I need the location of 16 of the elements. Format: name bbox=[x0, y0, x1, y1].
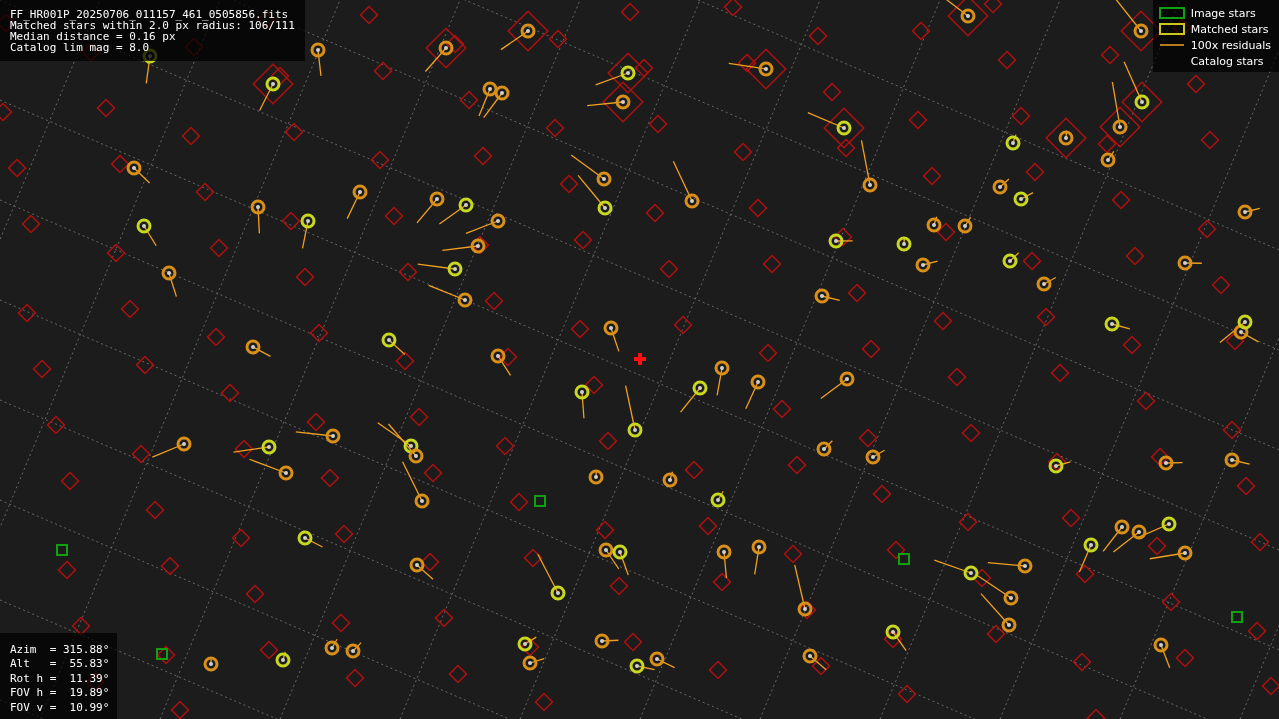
center-cross-icon bbox=[634, 353, 646, 365]
legend-swatch-icon bbox=[1158, 7, 1185, 19]
pointing-line: Alt = 55.83° bbox=[10, 657, 110, 672]
info-line: Median distance = 0.16 px bbox=[10, 31, 176, 42]
pointing-line: FOV v = 10.99° bbox=[10, 700, 110, 715]
pointing-line: FOV h = 19.89° bbox=[10, 686, 110, 701]
info-line: Matched stars within 2.0 px radius: 106/111 bbox=[10, 20, 295, 31]
info-line: FF_HR001P_20250706_011157_461_0505856.fits bbox=[10, 9, 290, 20]
info-line: Catalog lim mag = 8.0 bbox=[10, 42, 151, 53]
legend-label: Catalog stars bbox=[1190, 54, 1264, 68]
pointing-line: Rot h = 11.39° bbox=[10, 671, 110, 686]
legend-label: Matched stars bbox=[1190, 22, 1269, 36]
legend-swatch-icon bbox=[1158, 23, 1185, 35]
pointing-line: Azim = 315.88° bbox=[10, 642, 110, 657]
legend-label: Image stars bbox=[1190, 6, 1256, 20]
legend-label: 100x residuals bbox=[1190, 38, 1271, 52]
